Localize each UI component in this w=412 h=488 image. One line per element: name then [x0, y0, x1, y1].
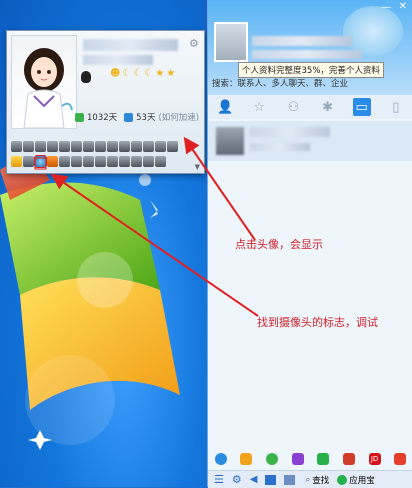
file-icon[interactable]	[265, 474, 277, 485]
badge-icon[interactable]	[107, 156, 118, 167]
profile-tooltip: 个人资料完整度35%，完善个人资料	[238, 62, 384, 78]
badge-icon[interactable]	[23, 141, 34, 152]
find-label: 查找	[312, 475, 330, 486]
header-avatar[interactable]	[214, 22, 248, 62]
minimize-icon[interactable]: —	[381, 2, 391, 13]
badge-icon[interactable]	[11, 141, 22, 152]
bottom-toolbar: ☰ ⚙ ◀ ⌕ 查找 应用宝	[208, 470, 412, 488]
badge-icon[interactable]	[155, 156, 166, 167]
annotation-click-avatar: 点击头像，会显示	[235, 238, 323, 251]
badge-icon[interactable]	[143, 141, 154, 152]
badge-icon[interactable]	[35, 141, 46, 152]
badge-icon[interactable]	[119, 156, 130, 167]
avatar[interactable]	[11, 35, 77, 129]
badge-icon[interactable]	[131, 156, 142, 167]
tab-groups-icon[interactable]: ⚇	[284, 98, 302, 116]
sun-icon: ☻	[110, 68, 121, 79]
music-icon[interactable]	[266, 453, 279, 465]
clock-green-icon	[75, 112, 84, 122]
weiyun-icon[interactable]	[291, 453, 304, 465]
clock-blue-icon	[124, 112, 134, 122]
moon-icon: ☾	[144, 68, 154, 79]
volume-icon[interactable]: ◀	[250, 474, 258, 485]
badge-icon[interactable]	[59, 141, 70, 152]
avatar-girl-image	[23, 48, 73, 128]
badge-icon[interactable]	[95, 141, 106, 152]
find-icon: ⌕	[305, 474, 311, 485]
tab-apps-icon[interactable]: ✱	[319, 98, 337, 116]
qq-header: — ✕ 个人资料完整度35%，完善个人资料 搜索：联系人、多人聊天、群、企业	[208, 0, 412, 95]
moon-icon: ☾	[133, 68, 143, 79]
search-placeholder: 搜索：联系人、多人聊天、群、企业	[212, 79, 349, 89]
badge-icon[interactable]	[119, 141, 130, 152]
service-badges-row-2	[11, 155, 166, 169]
camera-icon[interactable]	[34, 155, 47, 168]
penguin-icon	[81, 71, 91, 83]
service-badges-row-1	[11, 141, 178, 154]
contact-list-item[interactable]	[208, 121, 412, 161]
appstore-button[interactable]: 应用宝	[337, 474, 375, 486]
contact-avatar	[216, 127, 244, 155]
online-days: 1032天	[87, 113, 118, 123]
tab-recent-chat-icon[interactable]: ▭	[352, 98, 371, 116]
video-icon[interactable]	[317, 453, 330, 465]
nickname-blurred	[83, 39, 178, 51]
shopping-icon[interactable]	[394, 453, 407, 465]
badge-icon[interactable]	[83, 141, 94, 152]
scroll-down-icon[interactable]: ▼	[195, 163, 200, 171]
jd-icon[interactable]: JD	[368, 453, 381, 465]
tab-favorites-icon[interactable]: ☆	[250, 98, 268, 116]
badge-icon[interactable]	[71, 141, 82, 152]
game-icon[interactable]	[240, 453, 253, 465]
appstore-label: 应用宝	[349, 475, 375, 486]
badge-icon[interactable]	[167, 141, 178, 152]
badge-icon[interactable]	[59, 156, 70, 167]
stats-row: 1032天 53天 (如何加速)	[75, 111, 199, 123]
badge-icon[interactable]	[71, 156, 82, 167]
gear-icon[interactable]: ⚙	[189, 37, 199, 50]
badge-icon[interactable]	[83, 156, 94, 167]
moon-icon: ☾	[122, 68, 132, 79]
main-menu-icon[interactable]: ☰	[214, 473, 224, 486]
signature-blurred	[83, 55, 153, 65]
status-blurred	[252, 50, 362, 59]
badge-icon[interactable]	[95, 156, 106, 167]
star-icon: ★	[155, 68, 165, 79]
tab-phone-icon[interactable]: ▯	[387, 98, 405, 116]
qzone-icon[interactable]	[214, 453, 227, 465]
active-days: 53天	[136, 113, 156, 123]
appstore-icon	[337, 474, 348, 485]
app-manager-icon[interactable]	[284, 474, 296, 485]
badge-icon[interactable]	[155, 141, 166, 152]
app-shortcut-bar: JD	[208, 450, 412, 468]
contact-tabs: 👤 ☆ ⚇ ✱ ▭ ▯	[208, 95, 412, 119]
skin-decoration	[343, 6, 403, 56]
settings-icon[interactable]: ⚙	[232, 473, 242, 486]
badge-icon[interactable]	[47, 141, 58, 152]
email-icon[interactable]	[342, 453, 355, 465]
contact-message-blurred	[250, 143, 310, 151]
speedup-link[interactable]: (如何加速)	[158, 111, 199, 123]
star-icon: ★	[166, 68, 176, 79]
badge-icon[interactable]	[23, 156, 34, 167]
badge-icon[interactable]	[143, 156, 154, 167]
qq-level-icons: ☻ ☾ ☾ ☾ ★ ★	[110, 68, 175, 79]
find-button[interactable]: ⌕ 查找	[305, 474, 329, 486]
badge-icon[interactable]	[131, 141, 142, 152]
close-icon[interactable]: ✕	[399, 1, 407, 12]
annotation-find-camera: 找到摄像头的标志，调试	[257, 316, 378, 329]
tab-contacts-icon[interactable]: 👤	[216, 98, 234, 116]
star-badge-icon[interactable]	[11, 156, 22, 167]
contact-name-blurred	[250, 127, 330, 137]
username-blurred	[252, 36, 352, 46]
badge-icon[interactable]	[107, 141, 118, 152]
search-bar[interactable]: 搜索：联系人、多人聊天、群、企业	[212, 77, 409, 91]
badge-icon[interactable]	[47, 156, 58, 167]
profile-popup: ⚙ ☻ ☾ ☾ ☾ ★ ★ 1032天 53天 (如何加速) ▼	[6, 30, 205, 174]
